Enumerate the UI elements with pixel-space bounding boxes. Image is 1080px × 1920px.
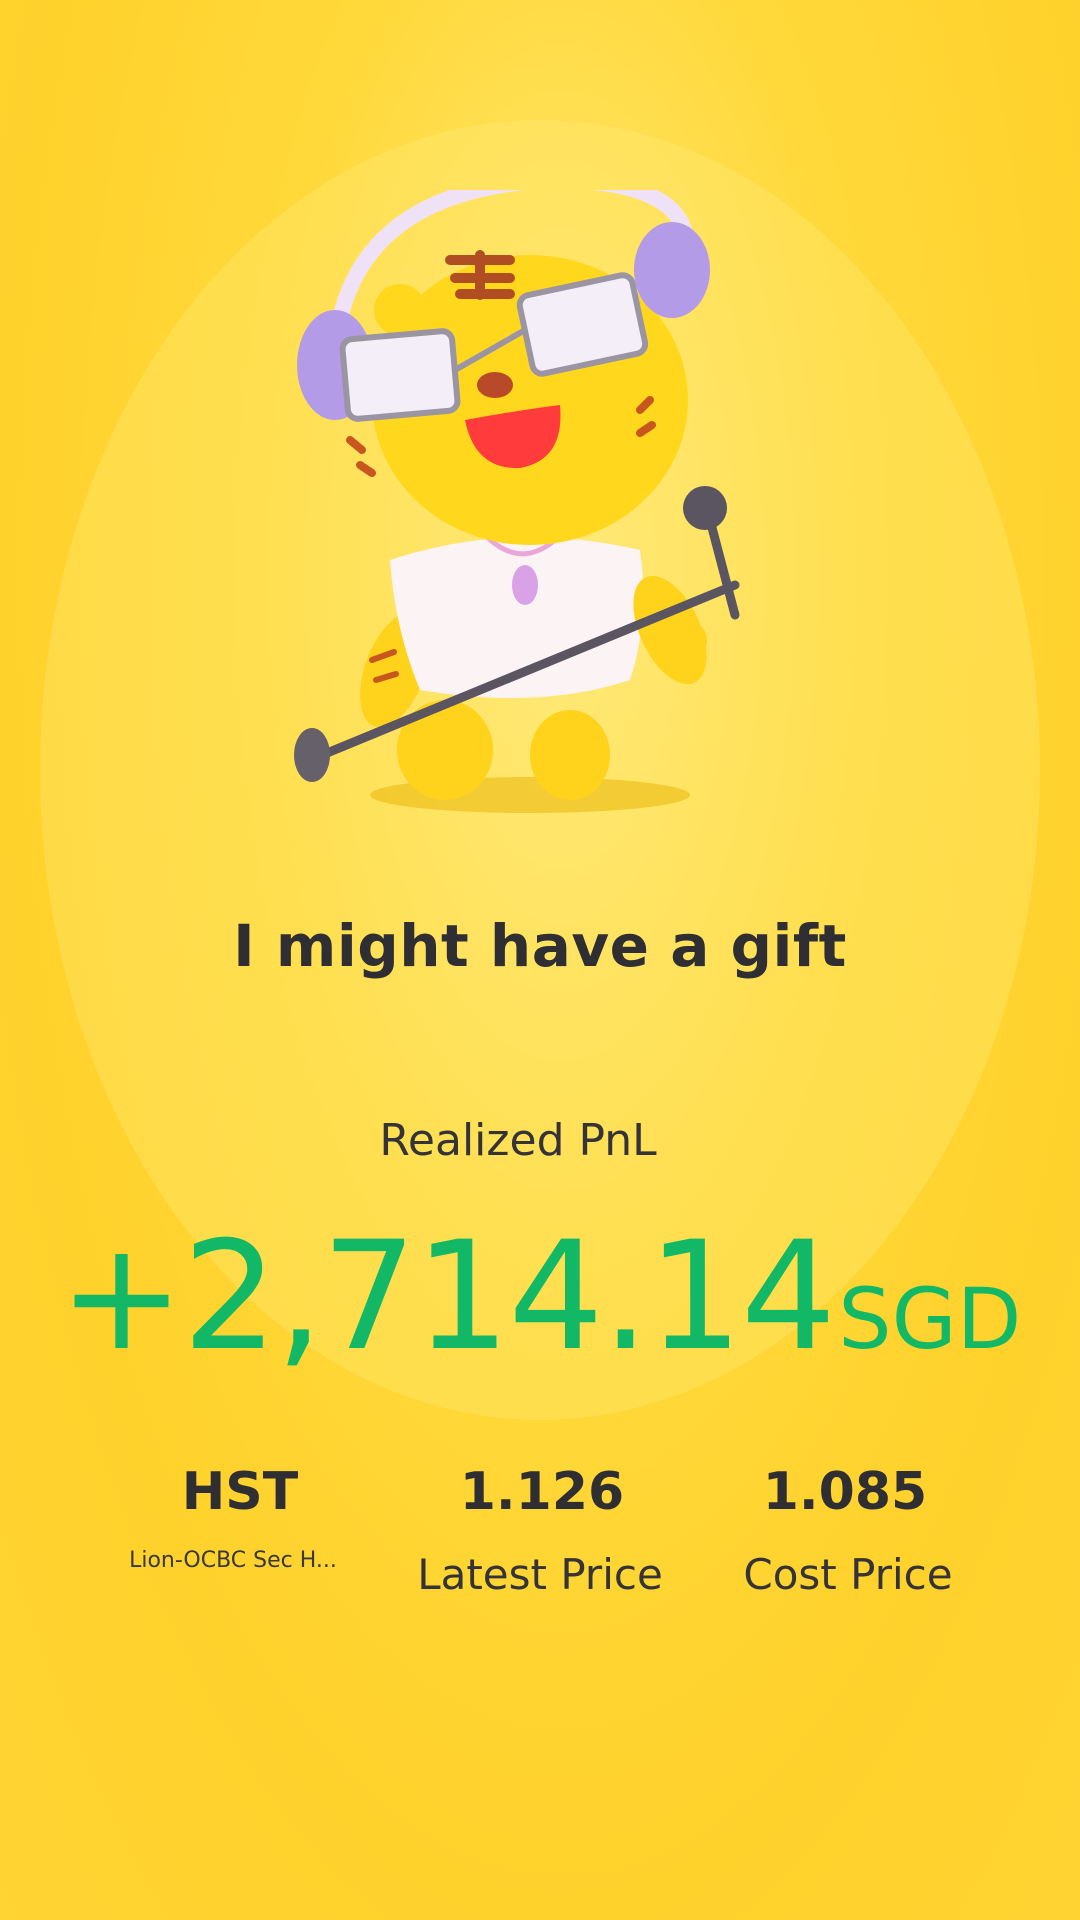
- gift-headline: I might have a gift: [233, 912, 847, 980]
- latest-price-value: 1.126: [459, 1462, 625, 1522]
- realized-pnl-value: +2,714.14SGD: [0, 1210, 1080, 1384]
- realized-pnl-label: Realized PnL: [379, 1115, 657, 1166]
- pnl-currency: SGD: [838, 1270, 1022, 1368]
- cost-price-label: Cost Price: [743, 1550, 953, 1599]
- pnl-amount: +2,714.14: [58, 1210, 837, 1384]
- cost-price-value: 1.085: [762, 1462, 928, 1522]
- stock-name: Lion-OCBC Sec H...: [129, 1548, 337, 1573]
- tiger-mascot-singing-icon: [294, 190, 740, 813]
- latest-price-label: Latest Price: [417, 1550, 663, 1599]
- stock-symbol: HST: [181, 1462, 299, 1522]
